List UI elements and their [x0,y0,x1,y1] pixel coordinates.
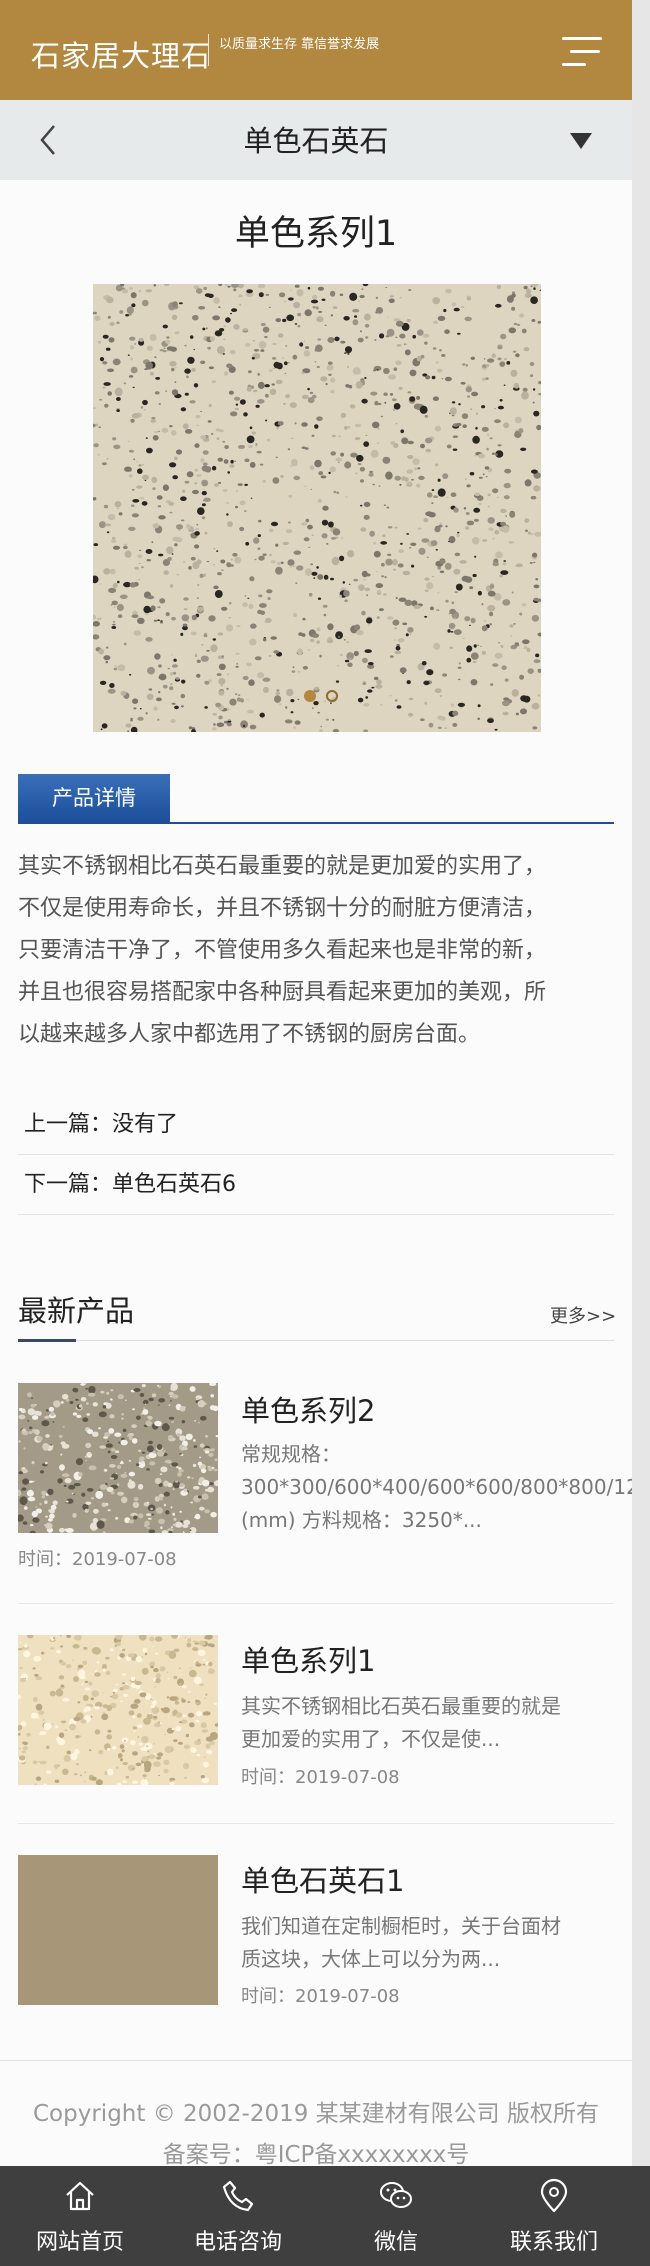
nav-label: 网站首页 [35,2230,124,2255]
nav-label: 联系我们 [509,2230,598,2255]
site-logo[interactable]: 石家居大理石 [31,33,211,75]
product-description: 其实不锈钢相比石英石最重要的就是更加爱的实用了， 不仅是使用寿命长，并且不锈钢十… [18,846,614,1056]
logo-divider [208,34,209,66]
bottom-nav: 网站首页 电话咨询 微信 联系我们 [0,2166,650,2266]
site-header: 石家居大理石 以质量求生存 靠信誉求发展 [0,0,632,100]
summary-line: 更加爱的实用了，不仅是使... [241,1727,501,1751]
latest-products-title: 最新产品 [18,1294,135,1328]
section-rule [18,1340,614,1341]
product-image[interactable] [90,281,545,734]
product-thumbnail[interactable] [14,1632,220,1787]
description-line: 并且也很容易搭配家中各种厨具看起来更加的美观，所 [18,980,547,1005]
nav-wechat[interactable]: 微信 [316,2166,476,2266]
slider-dots [304,690,344,704]
summary-line: 质这块，大体上可以分为两... [241,1947,501,1971]
description-line: 以越来越多人家中都选用了不锈钢的厨房台面。 [18,1022,481,1047]
product-time: 时间：2019-07-08 [241,1767,400,1788]
nav-label: 电话咨询 [193,2230,282,2255]
section-underline [18,1339,76,1342]
menu-line [570,50,600,53]
nav-phone[interactable]: 电话咨询 [158,2166,318,2266]
phone-icon [222,2180,254,2212]
menu-line [562,63,586,66]
home-icon [66,2181,94,2211]
description-line: 只要清洁干净了，不管使用多久看起来也是非常的新， [18,938,547,963]
nav-label: 微信 [373,2230,418,2255]
footer-rule [0,2060,632,2061]
quartz-texture [14,1632,220,1787]
more-link[interactable]: 更多>> [550,1302,616,1328]
product-summary: 我们知道在定制橱柜时，关于台面材 质这块，大体上可以分为两... [241,1910,621,1976]
prev-article-link[interactable]: 上一篇：没有了 [18,1095,614,1155]
product-summary: 其实不锈钢相比石英石最重要的就是 更加爱的实用了，不仅是使... [241,1690,621,1756]
product-thumbnail[interactable] [15,1382,222,1535]
quartz-texture [15,1382,222,1535]
summary-line: (mm) 方料规格：3250*... [241,1508,482,1532]
product-name[interactable]: 单色石英石1 [241,1858,404,1900]
item-separator [18,1603,614,1604]
slider-dot-active[interactable] [304,690,316,702]
next-article-link[interactable]: 下一篇：单色石英石6 [18,1155,614,1215]
site-slogan: 以质量求生存 靠信誉求发展 [219,37,380,52]
product-summary: 常规规格： 300*300/600*400/600*600/800*800/12… [241,1438,632,1537]
summary-line: 其实不锈钢相比石英石最重要的就是 [241,1694,561,1718]
copyright-text: Copyright © 2002-2019 某某建材有限公司 版权所有 [33,2101,599,2127]
product-name[interactable]: 单色系列2 [241,1388,375,1430]
wechat-icon [380,2182,412,2208]
menu-icon[interactable] [562,33,606,69]
caret-down-icon[interactable] [568,130,594,152]
description-line: 其实不锈钢相比石英石最重要的就是更加爱的实用了， [18,854,547,879]
scrollbar[interactable] [632,0,650,2266]
product-name[interactable]: 单色系列1 [241,1638,375,1680]
page: 石家居大理石 以质量求生存 靠信誉求发展 单色石英石 单色系列1 产品详情 其实… [0,0,632,2266]
menu-line [562,37,602,40]
icp-record[interactable]: 备案号：粤ICP备xxxxxxxx号 [0,2135,632,2169]
summary-line: 300*300/600*400/600*600/800*800/12 [241,1475,632,1499]
slider-dot[interactable] [326,690,338,702]
item-separator [18,1823,614,1824]
tab-product-detail[interactable]: 产品详情 [18,774,170,822]
product-title: 单色系列1 [234,214,398,254]
product-time: 时间：2019-07-08 [241,1986,400,2007]
product-thumbnail[interactable] [18,1855,218,2005]
quartz-texture [90,281,545,734]
tab-rule [18,822,614,824]
nav-contact[interactable]: 联系我们 [474,2166,634,2266]
nav-home[interactable]: 网站首页 [0,2166,160,2266]
product-time: 时间：2019-07-08 [18,1549,177,1570]
description-line: 不仅是使用寿命长，并且不锈钢十分的耐脏方便清洁， [18,896,547,921]
summary-line: 我们知道在定制橱柜时，关于台面材 [241,1914,561,1938]
summary-line: 常规规格： [241,1442,341,1466]
location-icon [540,2178,568,2213]
category-title: 单色石英石 [243,124,389,158]
